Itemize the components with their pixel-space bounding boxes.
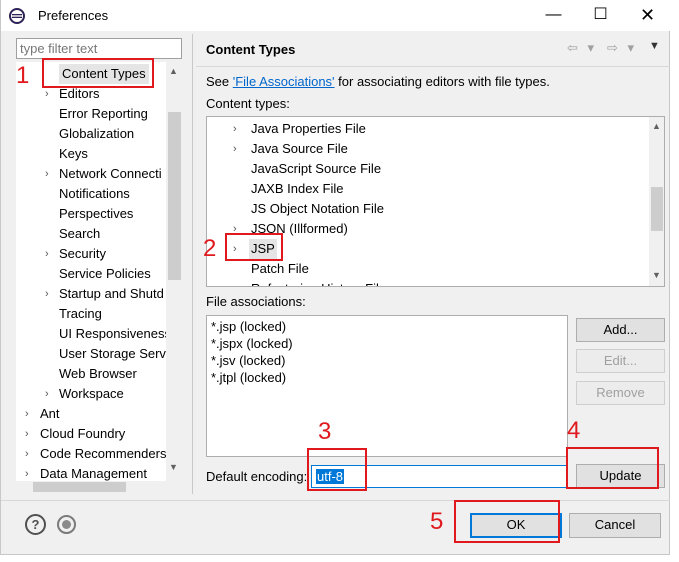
content-type-item[interactable]: › Java Properties File xyxy=(207,119,647,139)
default-encoding-label: Default encoding: xyxy=(206,469,308,484)
window-title: Preferences xyxy=(38,8,109,23)
tree-item-label: Cloud Foundry xyxy=(40,426,126,441)
remove-button[interactable]: Remove xyxy=(576,381,665,405)
tree-item-label: Code Recommenders xyxy=(40,446,167,461)
content-type-label: Java Properties File xyxy=(251,121,366,136)
tree-item-label: UI Responsiveness xyxy=(59,326,171,341)
tree-horizontal-scrollbar[interactable] xyxy=(16,481,182,493)
minimize-button[interactable]: — xyxy=(531,0,576,31)
annotation-number: 1 xyxy=(16,62,30,89)
tree-item-label: Error Reporting xyxy=(59,106,148,121)
divider xyxy=(196,66,671,67)
scroll-thumb[interactable] xyxy=(651,187,663,231)
edit-button[interactable]: Edit... xyxy=(576,349,665,373)
annotation-number: 4 xyxy=(567,417,581,444)
expand-arrow-icon[interactable]: › xyxy=(45,284,55,304)
back-icon[interactable]: ⇦ ▾ xyxy=(567,40,597,56)
tree-item-label: Globalization xyxy=(59,126,135,141)
expand-arrow-icon[interactable]: › xyxy=(25,424,35,444)
tree-item-label: Workspace xyxy=(59,386,124,401)
content-types-scrollbar[interactable]: ▲ ▼ xyxy=(649,117,664,286)
annotation-number: 5 xyxy=(430,508,444,535)
content-type-label: JAXB Index File xyxy=(251,181,344,196)
file-association-item[interactable]: *.jsv (locked) xyxy=(211,352,285,369)
content-types-label: Content types: xyxy=(206,96,290,111)
panel-divider[interactable] xyxy=(192,34,193,494)
background-window xyxy=(0,555,679,562)
cancel-button[interactable]: Cancel xyxy=(569,513,661,538)
tree-vertical-scrollbar[interactable]: ▲ ▼ xyxy=(166,62,183,482)
content-type-item[interactable]: JS Object Notation File xyxy=(207,199,647,219)
annotation-box xyxy=(566,447,659,489)
description: See 'File Associations' for associating … xyxy=(206,74,550,89)
tree-item-label: User Storage Serv xyxy=(59,346,166,361)
scroll-up-icon[interactable]: ▲ xyxy=(169,66,178,76)
file-associations-list: *.jsp (locked) *.jspx (locked) *.jsv (lock… xyxy=(206,315,568,457)
add-button[interactable]: Add... xyxy=(576,318,665,342)
preferences-tree: Content Types › Editors Error Reporting Glob… xyxy=(16,62,182,482)
annotation-box xyxy=(454,500,560,543)
content-type-item[interactable]: Refactoring History File xyxy=(207,279,647,286)
expand-arrow-icon[interactable]: › xyxy=(25,404,35,424)
content-type-label: JavaScript Source File xyxy=(251,161,382,176)
content-type-label: Java Source File xyxy=(251,141,348,156)
tree-item-label: Startup and Shutd xyxy=(59,286,164,301)
background-window xyxy=(670,0,679,562)
file-association-item[interactable]: *.jtpl (locked) xyxy=(211,369,286,386)
record-icon[interactable] xyxy=(57,515,76,534)
tree-item-label: Web Browser xyxy=(59,366,137,381)
tree-item-label: Perspectives xyxy=(59,206,134,221)
scroll-thumb[interactable] xyxy=(168,112,181,280)
tree-item-label: Notifications xyxy=(59,186,130,201)
content-type-item[interactable]: › Java Source File xyxy=(207,139,647,159)
eclipse-icon xyxy=(9,8,25,24)
file-associations-label: File associations: xyxy=(206,294,306,309)
tree-item-label: Tracing xyxy=(59,306,102,321)
content-types-list: Refactoring History FilePatch File›JSP›J… xyxy=(206,116,665,287)
forward-icon[interactable]: ⇨ ▾ xyxy=(607,40,637,56)
help-icon[interactable]: ? xyxy=(25,514,46,535)
expand-arrow-icon[interactable]: › xyxy=(233,119,237,139)
annotation-box xyxy=(225,233,283,261)
tree-item-label: Ant xyxy=(40,406,60,421)
annotation-number: 2 xyxy=(203,235,217,262)
expand-arrow-icon[interactable]: › xyxy=(25,464,35,482)
view-menu-icon[interactable]: ▼ xyxy=(649,40,660,52)
expand-arrow-icon[interactable]: › xyxy=(25,444,35,464)
tree-item-label: Search xyxy=(59,226,101,241)
content-type-item[interactable]: JAXB Index File xyxy=(207,179,647,199)
expand-arrow-icon[interactable]: › xyxy=(45,384,55,404)
content-type-label: Refactoring History File xyxy=(251,279,386,286)
file-associations-link[interactable]: 'File Associations' xyxy=(233,74,335,89)
tree-item-label: Data Management xyxy=(40,466,147,481)
annotation-box xyxy=(42,58,154,88)
tree-item-label: Keys xyxy=(59,146,88,161)
filter-input[interactable]: type filter text xyxy=(16,38,182,59)
scroll-down-icon[interactable]: ▼ xyxy=(652,270,661,280)
maximize-button[interactable]: ☐ xyxy=(578,0,623,31)
annotation-number: 3 xyxy=(318,418,332,445)
page-title: Content Types xyxy=(206,42,296,57)
content-type-label: JS Object Notation File xyxy=(251,201,384,216)
tree-item-label: Security xyxy=(59,246,106,261)
scroll-down-icon[interactable]: ▼ xyxy=(169,462,178,472)
file-association-item[interactable]: *.jsp (locked) xyxy=(211,318,286,335)
file-association-item[interactable]: *.jspx (locked) xyxy=(211,335,293,352)
scroll-thumb[interactable] xyxy=(33,482,126,492)
expand-arrow-icon[interactable]: › xyxy=(45,164,55,184)
divider xyxy=(1,500,671,501)
expand-arrow-icon[interactable]: › xyxy=(45,244,55,264)
expand-arrow-icon[interactable]: › xyxy=(233,139,237,159)
annotation-box xyxy=(307,448,367,491)
title-bar: Preferences — ☐ ✕ xyxy=(1,0,671,31)
content-type-item[interactable]: JavaScript Source File xyxy=(207,159,647,179)
tree-item-label: Network Connecti xyxy=(59,166,162,181)
close-button[interactable]: ✕ xyxy=(625,0,670,31)
content-type-label: Patch File xyxy=(251,261,309,276)
tree-item-label: Service Policies xyxy=(59,266,151,281)
content-type-item[interactable]: Patch File xyxy=(207,259,647,279)
scroll-up-icon[interactable]: ▲ xyxy=(652,121,661,131)
